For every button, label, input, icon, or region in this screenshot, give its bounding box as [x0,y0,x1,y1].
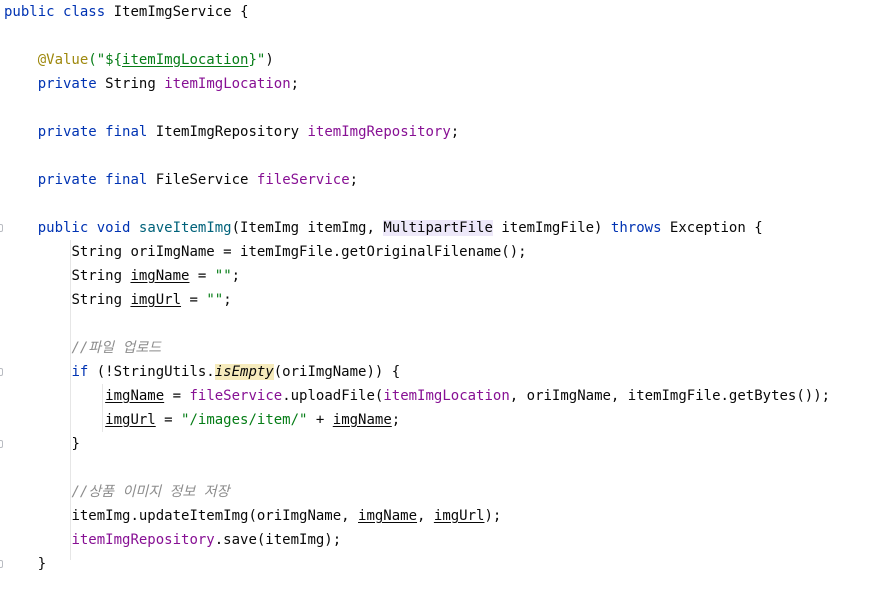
code-line-comment: //상품 이미지 정보 저장 [4,480,230,504]
variable: imgName [130,268,190,284]
keyword: private [37,76,97,92]
exception-type: Exception { [661,220,763,236]
string: "/images/item/" [181,412,308,428]
paren: ); [484,508,502,524]
semicolon: ; [231,268,241,284]
keyword: public [37,220,89,236]
type: String [105,76,156,92]
operator: = [155,412,182,428]
brace: } [71,436,80,452]
variable: imgName [105,388,165,404]
keyword: final [105,172,148,188]
variable: imgName [332,412,392,428]
brace: } [37,556,47,572]
keyword: final [105,124,148,140]
semicolon: ; [391,412,401,428]
expression: (oriImgName)) { [273,364,401,380]
variable: imgUrl [105,412,156,428]
type: FileService [155,172,249,188]
code-editor[interactable]: public class ItemImgService { @Value("${… [0,0,875,593]
code-line-field-location: private String itemImgLocation; [4,72,299,96]
method-name: saveItemImg [138,220,232,236]
field-name: fileService [189,388,283,404]
field-name: itemImgRepository [307,124,451,140]
string: }" [248,52,266,68]
keyword: throws [610,220,662,236]
operator: = [181,292,207,308]
type: ItemImgRepository [155,124,300,140]
separator: , [417,508,434,524]
code-line-statement: imgName = fileService.uploadFile(itemImg… [4,384,830,408]
paren: ) [265,52,274,68]
expression: (!StringUtils. [88,364,215,380]
comment: //상품 이미지 정보 저장 [71,484,230,500]
code-line-annotation: @Value("${itemImgLocation}") [4,48,274,72]
field-name: itemImgRepository [71,532,215,548]
type: String [71,268,131,284]
semicolon: ; [450,124,460,140]
keyword: private [37,172,97,188]
code-line-if: if (!StringUtils.isEmpty(oriImgName)) { [4,360,400,384]
param-type: MultipartFile [383,220,493,236]
semicolon: ; [223,292,232,308]
string: ("${ [88,52,123,68]
method-call: .uploadFile( [282,388,384,404]
method-call: .save(itemImg); [214,532,342,548]
string: "" [206,292,224,308]
field-name: itemImgLocation [164,76,291,92]
keyword: void [96,220,131,236]
operator: = [164,388,190,404]
annotation: @Value [37,52,89,68]
semicolon: ; [349,172,359,188]
comment: //파일 업로드 [71,340,162,356]
operator: + [307,412,333,428]
code-line-statement: String imgName = ""; [4,264,240,288]
code-line-statement: itemImg.updateItemImg(oriImgName, imgNam… [4,504,501,528]
code-line-class-declaration: public class ItemImgService { [4,0,249,24]
arguments: , oriImgName, itemImgFile.getBytes()); [509,388,831,404]
keyword: class [63,4,106,20]
static-method-call: isEmpty [214,364,274,380]
statement: String oriImgName = itemImgFile.getOrigi… [71,244,527,260]
parameters: itemImgFile) [492,220,611,236]
code-line-comment: //파일 업로드 [4,336,161,360]
keyword: public [4,4,55,20]
semicolon: ; [290,76,300,92]
code-line-statement: itemImgRepository.save(itemImg); [4,528,341,552]
parameters: (ItemImg itemImg, [231,220,384,236]
type: String [71,292,131,308]
code-line-brace: } [4,432,80,456]
fold-marker[interactable] [0,440,3,448]
code-line-method-declaration: public void saveItemImg(ItemImg itemImg,… [4,216,763,240]
variable: imgName [358,508,418,524]
code-line-statement: imgUrl = "/images/item/" + imgName; [4,408,400,432]
code-line-field-fileservice: private final FileService fileService; [4,168,358,192]
keyword: if [71,364,89,380]
code-line-statement: String oriImgName = itemImgFile.getOrigi… [4,240,527,264]
keyword: private [37,124,97,140]
fold-marker[interactable] [0,368,3,376]
operator: = [189,268,215,284]
string: "" [214,268,232,284]
code-line-brace: } [4,552,46,576]
fold-marker[interactable] [0,560,3,568]
property-reference: itemImgLocation [122,52,249,68]
brace: { [240,4,249,20]
variable: imgUrl [130,292,182,308]
field-name: itemImgLocation [383,388,510,404]
code-line-statement: String imgUrl = ""; [4,288,232,312]
fold-marker[interactable] [0,224,3,232]
code-line-field-repository: private final ItemImgRepository itemImgR… [4,120,460,144]
method-call: itemImg.updateItemImg(oriImgName, [71,508,359,524]
field-name: fileService [256,172,350,188]
variable: imgUrl [433,508,485,524]
class-name: ItemImgService [113,4,232,20]
